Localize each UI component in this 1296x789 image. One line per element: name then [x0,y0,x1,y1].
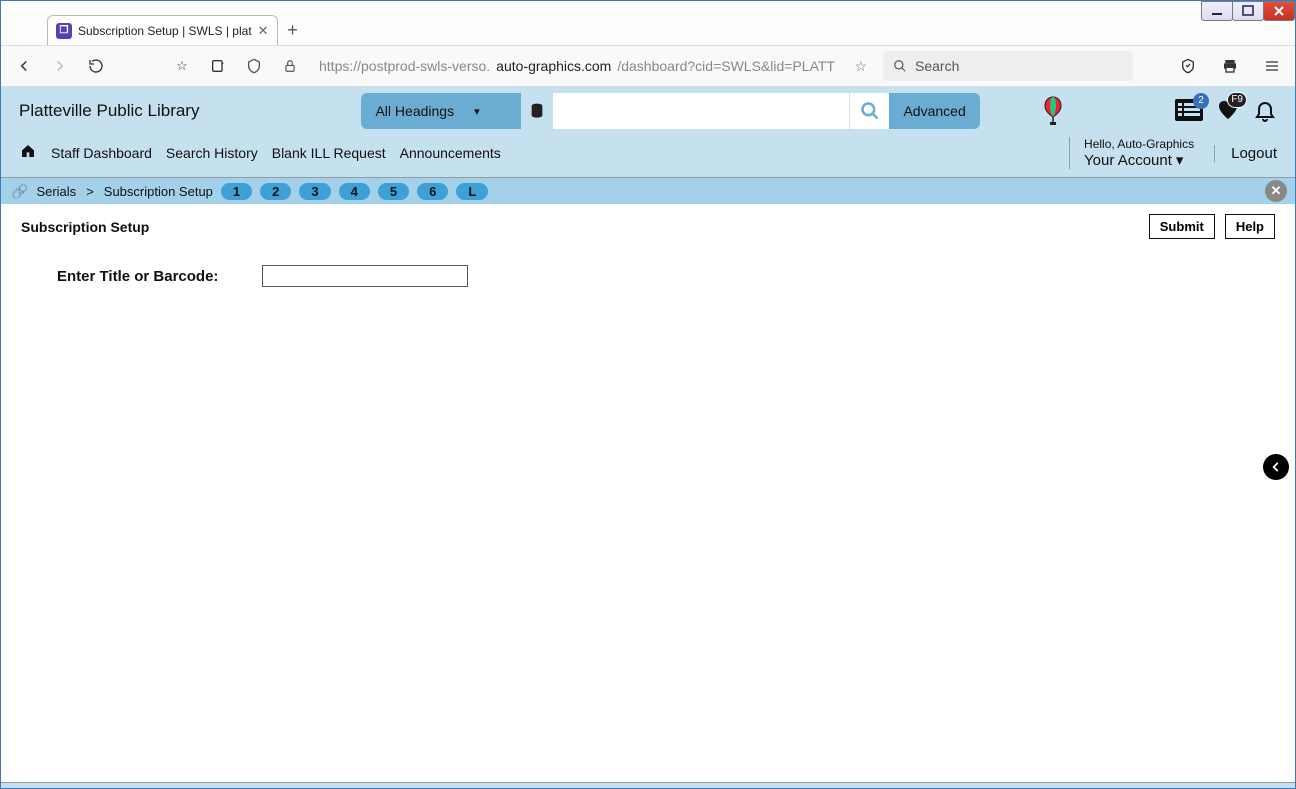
step-pill-last[interactable]: L [456,183,488,200]
title-barcode-input[interactable] [262,265,468,287]
forward-button[interactable] [47,53,73,79]
catalog-search-button[interactable] [849,93,889,129]
reload-button[interactable] [83,53,109,79]
catalog-search-input[interactable] [553,93,849,129]
nav-blank-ill-request[interactable]: Blank ILL Request [272,145,386,161]
your-account-label: Your Account [1084,152,1172,169]
step-pill-3[interactable]: 3 [299,183,330,200]
lock-icon[interactable] [277,53,303,79]
bookmark-star-icon[interactable]: ☆ [169,53,195,79]
url-bar[interactable]: https://postprod-swls-verso. auto-graphic… [313,51,873,81]
shield-icon[interactable] [241,53,267,79]
notifications-icon[interactable] [1253,97,1277,126]
advanced-search-label: Advanced [903,103,965,119]
url-star-icon[interactable]: ☆ [854,58,867,75]
nav-announcements[interactable]: Announcements [400,145,501,161]
collapse-panel-button[interactable] [1263,454,1289,480]
page-title: Subscription Setup [21,219,149,235]
step-pill-2[interactable]: 2 [260,183,291,200]
breadcrumb-close-button[interactable]: ✕ [1265,180,1287,202]
database-icon[interactable] [521,93,553,129]
balloon-icon[interactable] [1042,95,1064,128]
menu-icon[interactable] [1259,53,1285,79]
step-pill-1[interactable]: 1 [221,183,252,200]
extensions-icon[interactable] [205,53,231,79]
window-maximize-button[interactable] [1232,1,1264,21]
logout-link[interactable]: Logout [1214,145,1277,162]
home-icon[interactable] [19,143,37,164]
breadcrumb-bar: 🔗 Serials > Subscription Setup 1 2 3 4 5… [1,178,1295,204]
url-path: /dashboard?cid=SWLS&lid=PLATT [617,58,835,74]
new-tab-button[interactable]: + [278,15,308,45]
url-host: auto-graphics.com [496,58,611,74]
breadcrumb-separator: > [86,184,94,199]
pocket-icon[interactable] [1175,53,1201,79]
lists-badge: 2 [1193,93,1209,109]
window-close-button[interactable] [1263,1,1295,21]
submit-button[interactable]: Submit [1149,214,1215,239]
nav-search-history[interactable]: Search History [166,145,258,161]
nav-staff-dashboard[interactable]: Staff Dashboard [51,145,152,161]
browser-tab[interactable]: ❐ Subscription Setup | SWLS | plat ✕ [47,15,278,45]
chevron-down-icon: ▾ [1176,151,1184,169]
help-button[interactable]: Help [1225,214,1275,239]
browser-search-placeholder: Search [915,58,959,74]
tab-close-icon[interactable]: ✕ [258,23,269,39]
link-icon: 🔗 [11,183,28,200]
browser-search-box[interactable]: Search [883,51,1133,81]
favorites-badge: F9 [1227,92,1247,108]
print-icon[interactable] [1217,53,1243,79]
chevron-down-icon: ▾ [474,105,480,118]
favicon-icon: ❐ [56,23,72,39]
title-barcode-label: Enter Title or Barcode: [57,268,218,285]
step-pill-6[interactable]: 6 [417,183,448,200]
your-account-dropdown[interactable]: Your Account ▾ [1084,151,1194,169]
breadcrumb-current: Subscription Setup [104,184,213,199]
browser-tab-title: Subscription Setup | SWLS | plat [78,24,252,38]
advanced-search-button[interactable]: Advanced [889,93,979,129]
step-pill-5[interactable]: 5 [378,183,409,200]
favorites-icon[interactable]: F9 [1215,98,1241,125]
url-prefix: https://postprod-swls-verso. [319,58,490,74]
lists-icon[interactable]: 2 [1175,99,1203,124]
search-headings-dropdown[interactable]: All Headings ▾ [361,93,521,129]
library-name: Platteville Public Library [19,101,199,121]
search-headings-label: All Headings [375,103,454,119]
step-pill-4[interactable]: 4 [339,183,370,200]
account-greeting: Hello, Auto-Graphics [1084,137,1194,151]
window-minimize-button[interactable] [1201,1,1233,21]
search-icon [893,59,907,73]
back-button[interactable] [11,53,37,79]
breadcrumb-root[interactable]: Serials [36,184,76,199]
